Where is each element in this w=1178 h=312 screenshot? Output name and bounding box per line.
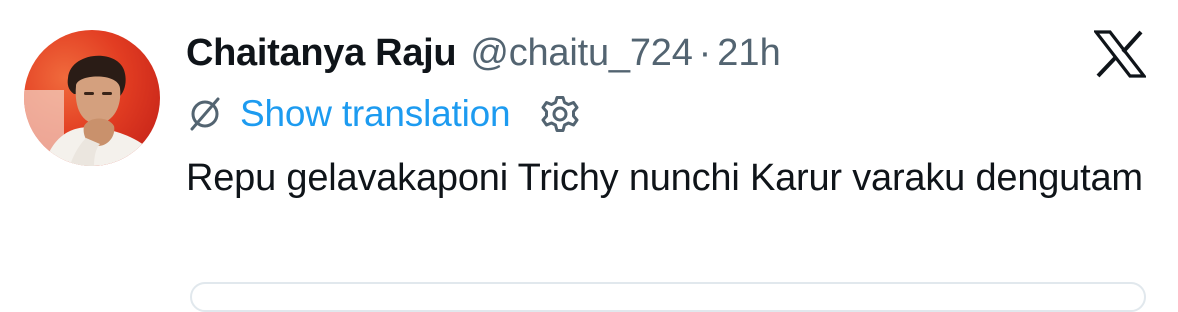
separator-dot: · bbox=[698, 31, 712, 74]
globe-icon bbox=[190, 97, 220, 131]
embedded-card[interactable] bbox=[190, 282, 1146, 312]
translation-row: Show translation bbox=[186, 90, 582, 138]
x-logo-icon bbox=[1094, 30, 1146, 78]
tweet-text: Repu gelavakaponi Trichy nunchi Karur va… bbox=[186, 157, 1143, 199]
tweet-timestamp[interactable]: 21h bbox=[717, 32, 780, 75]
avatar[interactable] bbox=[24, 30, 160, 166]
show-translation-link[interactable]: Show translation bbox=[240, 93, 511, 135]
gear-icon[interactable] bbox=[538, 92, 582, 136]
author-handle[interactable]: @chaitu_724 bbox=[470, 32, 693, 75]
tweet-card[interactable]: Chaitanya Raju @chaitu_724 · 21h Show tr… bbox=[0, 0, 1178, 312]
author-display-name[interactable]: Chaitanya Raju bbox=[186, 32, 457, 75]
tweet-header: Chaitanya Raju @chaitu_724 · 21h bbox=[186, 26, 781, 80]
